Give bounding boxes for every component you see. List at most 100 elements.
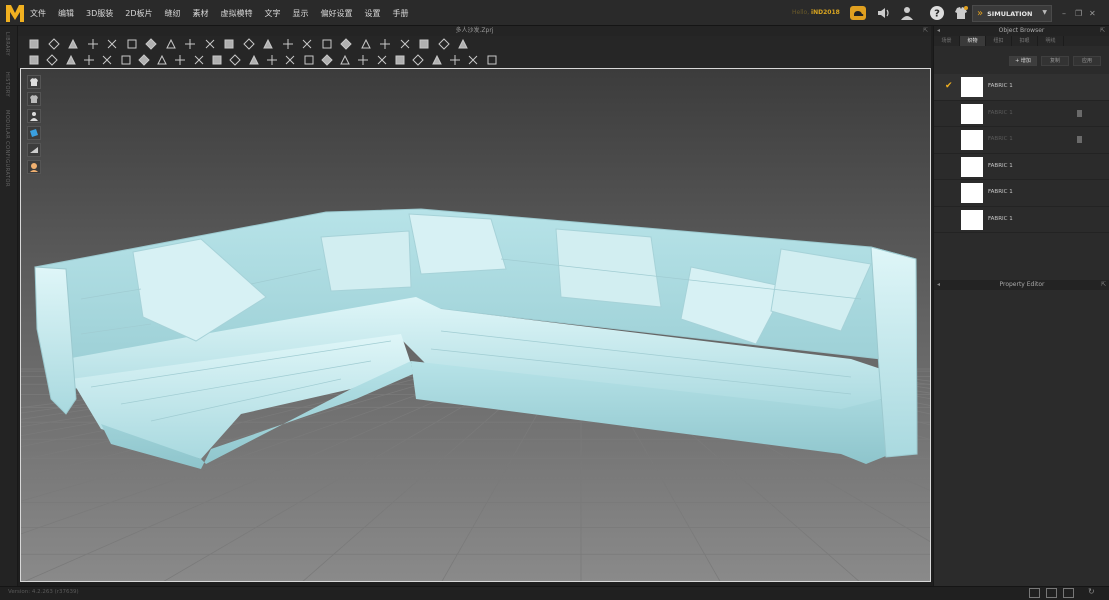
seam-icon[interactable] (262, 38, 274, 50)
circle-icon[interactable] (193, 54, 205, 66)
help-icon[interactable]: ? (929, 5, 945, 21)
button-icon[interactable] (412, 54, 425, 66)
panel-arrow-icon[interactable]: ◂ (937, 280, 940, 290)
app-logo-icon[interactable] (4, 2, 26, 24)
seam-icon[interactable] (248, 54, 260, 66)
layout-3d-icon[interactable] (1063, 588, 1074, 598)
zipper-icon[interactable] (449, 54, 461, 66)
fabric-list-item[interactable]: ✔ FABRIC 1 (934, 74, 1109, 101)
history-tab[interactable]: HISTORY (4, 72, 10, 97)
user-account-icon[interactable] (899, 5, 915, 21)
refresh-icon[interactable]: ↻ (1088, 587, 1095, 596)
add-point-icon[interactable] (126, 38, 138, 50)
shirt-display-icon[interactable] (27, 75, 41, 89)
edit-pattern-icon[interactable] (83, 54, 95, 66)
button-icon[interactable] (437, 38, 450, 50)
topstitch-icon[interactable] (394, 54, 406, 66)
menu-item[interactable]: 3D服装 (86, 8, 113, 19)
select-icon[interactable] (28, 38, 40, 50)
menu-item[interactable]: 素材 (193, 8, 209, 19)
avatar-silhouette-icon[interactable] (27, 109, 41, 123)
popout-icon[interactable]: ⇱ (1100, 26, 1105, 36)
polygon-icon[interactable] (174, 54, 186, 66)
edit-curvature-icon[interactable] (106, 38, 118, 50)
restore-icon[interactable]: ❐ (1075, 9, 1082, 18)
object-browser-tab[interactable]: 明线 (1038, 36, 1064, 46)
user-name[interactable]: iND2018 (811, 9, 840, 16)
move-icon[interactable] (47, 38, 60, 50)
rectangle-icon[interactable] (165, 38, 177, 50)
buttonhole-icon[interactable] (457, 38, 469, 50)
measure-icon[interactable] (360, 38, 372, 50)
brush-icon[interactable] (399, 38, 411, 50)
shirt-texture-icon[interactable] (27, 92, 41, 106)
fabric-list-item[interactable]: FABRIC 1 (934, 207, 1109, 233)
sewing-icon[interactable] (284, 54, 296, 66)
cloud-sync-icon[interactable] (850, 5, 866, 21)
circle-icon[interactable] (204, 38, 216, 50)
fabric-list-item[interactable]: FABRIC 1 (934, 180, 1109, 207)
move-icon[interactable] (46, 54, 59, 66)
layout-split-icon[interactable] (1046, 588, 1057, 598)
fabric-swatch[interactable] (961, 130, 983, 150)
transform-icon[interactable] (65, 54, 77, 66)
pin-icon[interactable] (321, 54, 333, 66)
ruler-icon[interactable] (379, 38, 391, 50)
brush-icon[interactable] (376, 54, 388, 66)
menu-item[interactable]: 编辑 (58, 8, 74, 19)
tack-icon[interactable] (303, 54, 315, 66)
3d-viewport[interactable] (20, 68, 931, 582)
measure-icon[interactable] (339, 54, 351, 66)
avatar-face-icon[interactable] (27, 160, 41, 174)
menu-item[interactable]: 2D板片 (125, 8, 152, 19)
topstitch-icon[interactable] (418, 38, 430, 50)
fabric-swatch[interactable] (961, 77, 983, 97)
menu-item[interactable]: 手册 (393, 8, 409, 19)
fabric-swatch[interactable] (961, 156, 983, 177)
texture-icon[interactable] (27, 143, 41, 157)
menu-item[interactable]: 虚拟模特 (221, 8, 253, 19)
trim-icon[interactable] (467, 54, 479, 66)
add-button[interactable]: + 增加 (1009, 56, 1037, 66)
copy-button[interactable]: 复制 (1041, 56, 1069, 66)
select-icon[interactable] (28, 54, 40, 66)
layer-icon[interactable] (486, 54, 498, 66)
dart-icon[interactable] (242, 38, 255, 50)
apply-button[interactable]: 应用 (1073, 56, 1101, 66)
delete-icon[interactable] (1077, 109, 1082, 117)
segment-icon[interactable] (138, 54, 150, 66)
menu-item[interactable]: 显示 (293, 8, 309, 19)
garment-settings-icon[interactable] (953, 5, 969, 21)
add-point-icon[interactable] (120, 54, 132, 66)
delete-icon[interactable] (1077, 136, 1082, 143)
fold-icon[interactable] (266, 54, 278, 66)
menu-item[interactable]: 偏好设置 (321, 8, 353, 19)
fabric-list-item[interactable]: FABRIC 1 (934, 101, 1109, 127)
layout-single-icon[interactable] (1029, 588, 1040, 598)
transform-icon[interactable] (67, 38, 79, 50)
object-browser-tab[interactable]: 场景 (934, 36, 960, 46)
speaker-icon[interactable] (875, 5, 891, 21)
fabric-swatch[interactable] (961, 183, 983, 203)
fabric-list-item[interactable]: FABRIC 1 (934, 154, 1109, 180)
rectangle-icon[interactable] (156, 54, 168, 66)
polygon-icon[interactable] (184, 38, 196, 50)
close-icon[interactable]: ✕ (1089, 9, 1096, 18)
fabric-swatch[interactable] (961, 209, 983, 230)
ruler-icon[interactable] (357, 54, 369, 66)
sewing-icon[interactable] (301, 38, 313, 50)
internal-shape-icon[interactable] (211, 54, 223, 66)
library-tab[interactable]: LIBRARY (4, 32, 10, 56)
simulation-mode-dropdown[interactable]: » SIMULATION ▼ (972, 5, 1052, 22)
popout-icon[interactable]: ⇱ (1101, 280, 1106, 290)
buttonhole-icon[interactable] (431, 54, 443, 66)
segment-icon[interactable] (145, 38, 157, 50)
panel-arrow-icon[interactable]: ◂ (937, 26, 940, 36)
fabric-swatch[interactable] (961, 103, 983, 124)
minimize-icon[interactable]: – (1062, 9, 1066, 18)
tack-icon[interactable] (321, 38, 333, 50)
object-browser-tab[interactable]: 扣眼 (1012, 36, 1038, 46)
internal-shape-icon[interactable] (223, 38, 235, 50)
menu-item[interactable]: 文字 (265, 8, 281, 19)
popout-icon[interactable]: ⇱ (923, 26, 928, 36)
